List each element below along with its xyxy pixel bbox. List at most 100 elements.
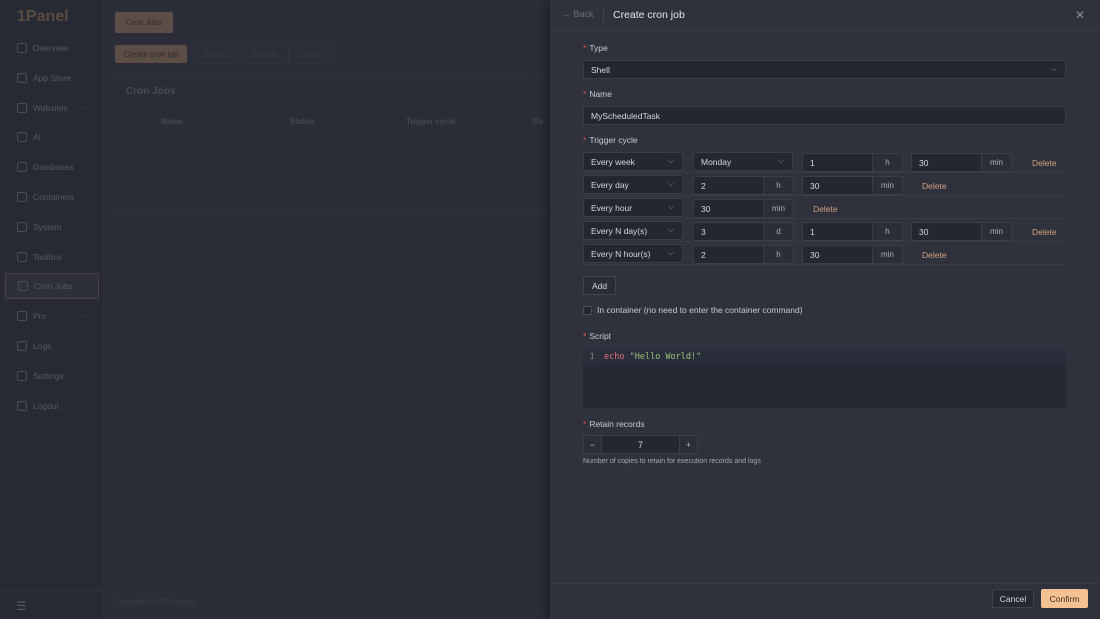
unit-label: h — [763, 245, 794, 264]
enable-button: Enable — [193, 45, 240, 64]
sidebar-item-websites[interactable]: Websites ⌵ — [5, 95, 99, 121]
increment-button[interactable]: + — [679, 436, 697, 453]
unit-label: d — [763, 222, 794, 241]
sidebar-item-toolbox[interactable]: Toolbox — [5, 244, 99, 270]
type-value: Shell — [591, 64, 610, 75]
column-trigger-cycle: Trigger cycle — [406, 117, 456, 126]
in-container-checkbox[interactable] — [583, 305, 592, 315]
sidebar-item-label: Databases — [33, 162, 74, 173]
script-editor[interactable]: 1 echo "Hello World!" — [583, 350, 1066, 408]
log-icon — [17, 341, 27, 351]
decrement-button[interactable]: − — [584, 436, 602, 453]
retain-records-stepper[interactable]: − 7 + — [583, 435, 698, 454]
delete-trigger-button[interactable]: Delete — [922, 181, 947, 191]
panel-title: Cron Jobs — [126, 86, 176, 97]
trigger-cycle-select[interactable]: Every N day(s) ⌵ — [583, 221, 683, 240]
trigger-min-input[interactable]: 30 min — [802, 245, 903, 264]
tab-cron-jobs: Cron Jobs — [115, 12, 173, 33]
delete-trigger-button[interactable]: Delete — [1032, 227, 1057, 237]
sidebar-item-databases[interactable]: Databases — [5, 154, 99, 180]
retain-help-text: Number of copies to retain for execution… — [583, 458, 761, 465]
sidebar-item-logs[interactable]: Logs — [5, 333, 99, 359]
trigger-min-input[interactable]: 30 min — [911, 222, 1012, 241]
drawer-title: Create cron job — [613, 9, 685, 21]
close-icon[interactable]: ✕ — [1075, 8, 1085, 22]
trigger-cycle-select[interactable]: Every week ⌵ — [583, 152, 683, 171]
chevron-down-icon: ⌵ — [777, 156, 784, 165]
chevron-down-icon: ⌵ — [667, 156, 674, 165]
name-value: MyScheduledTask — [591, 110, 660, 121]
column-retain: Re — [533, 117, 544, 126]
trigger-cycle-select[interactable]: Every N hour(s) ⌵ — [583, 244, 683, 263]
sidebar-item-label: Overview — [33, 43, 69, 53]
trigger-cycle-label: Trigger cycle — [589, 135, 638, 145]
copyright: Copyright © 2025 Lingxia — [115, 599, 194, 606]
delete-trigger-button[interactable]: Delete — [922, 250, 947, 260]
trigger-min-input[interactable]: 30 min — [911, 153, 1012, 172]
weekday-select[interactable]: Monday ⌵ — [693, 152, 793, 171]
delete-trigger-button[interactable]: Delete — [1032, 158, 1057, 168]
sidebar-item-settings[interactable]: Settings — [5, 363, 99, 389]
sidebar-item-pro[interactable]: Pro ⌵ — [5, 303, 99, 329]
sidebar-item-label: System — [33, 221, 62, 232]
confirm-button[interactable]: Confirm — [1041, 589, 1088, 608]
add-trigger-button[interactable]: Add — [583, 276, 616, 295]
cycle-value: Every N day(s) — [591, 225, 648, 236]
chevron-down-icon: ⌵ — [79, 312, 85, 320]
field-value: 30 — [701, 203, 711, 214]
cancel-button[interactable]: Cancel — [992, 589, 1034, 608]
chevron-down-icon: ⌵ — [79, 222, 85, 230]
logout-icon — [17, 400, 27, 411]
unit-label: h — [872, 222, 903, 241]
sidebar-item-overview[interactable]: Overview — [5, 35, 99, 61]
type-select[interactable]: Shell ⌵ — [583, 60, 1066, 79]
chevron-down-icon: ⌵ — [667, 225, 674, 234]
delete-button: Delete — [288, 45, 334, 64]
trigger-cycle-select[interactable]: Every day ⌵ — [583, 175, 683, 194]
trigger-min-input[interactable]: 30 min — [693, 199, 794, 218]
home-icon — [17, 43, 27, 53]
grid-icon — [17, 72, 27, 83]
retain-value[interactable]: 7 — [602, 436, 679, 453]
chevron-down-icon: ⌵ — [667, 202, 674, 211]
sidebar-item-label: App Store — [33, 72, 71, 83]
cycle-value: Every hour — [591, 202, 633, 213]
sidebar-item-containers[interactable]: Containers — [5, 184, 99, 210]
unit-label: h — [872, 153, 903, 172]
sidebar-item-label: Pro — [33, 311, 47, 322]
sidebar-item-logout[interactable]: Logout — [5, 393, 99, 419]
trigger-min-input[interactable]: 30 min — [802, 176, 903, 195]
unit-label: h — [763, 176, 794, 195]
name-input[interactable]: MyScheduledTask — [583, 106, 1066, 125]
chevron-down-icon: ⌵ — [79, 103, 85, 111]
collapse-menu-icon[interactable]: ☰ — [16, 599, 27, 613]
sidebar-item-label: Websites — [33, 102, 68, 113]
back-button[interactable]: ← Back — [562, 9, 594, 19]
sidebar-item-label: Logout — [33, 400, 59, 411]
trigger-h-input[interactable]: 2h — [693, 245, 794, 264]
sidebar: 1Panel Overview App Store Websites ⌵ AI ⌵ Data… — [0, 0, 104, 619]
unit-label: min — [763, 199, 794, 218]
trigger-cycle-select[interactable]: Every hour ⌵ — [583, 198, 683, 217]
line-number: 1 — [583, 352, 601, 362]
sidebar-item-label: AI — [33, 132, 42, 143]
trigger-h-input[interactable]: 1h — [802, 153, 903, 172]
field-value: 3 — [701, 226, 706, 237]
column-status: Status — [290, 117, 315, 126]
sidebar-item-ai[interactable]: AI ⌵ — [5, 124, 99, 150]
create-cron-job-drawer: ← Back Create cron job ✕ * Type Shell ⌵ * N… — [550, 0, 1100, 619]
sidebar-item-app-store[interactable]: App Store — [5, 65, 99, 91]
sidebar-item-cron-jobs[interactable]: Cron Jobs — [5, 273, 99, 300]
field-value: 1 — [810, 226, 815, 237]
trigger-d-input[interactable]: 3d — [693, 222, 794, 241]
in-container-label: In container (no need to enter the conta… — [597, 305, 803, 315]
field-value: 30 — [919, 157, 929, 168]
server-icon — [17, 221, 27, 232]
delete-trigger-button[interactable]: Delete — [813, 204, 838, 214]
cycle-value: Every week — [591, 156, 635, 167]
sidebar-item-system[interactable]: System ⌵ — [5, 214, 99, 240]
trigger-h-input[interactable]: 2h — [693, 176, 794, 195]
script-label: Script — [589, 331, 612, 341]
trigger-h-input[interactable]: 1h — [802, 222, 903, 241]
disable-button: Disable — [239, 45, 289, 64]
